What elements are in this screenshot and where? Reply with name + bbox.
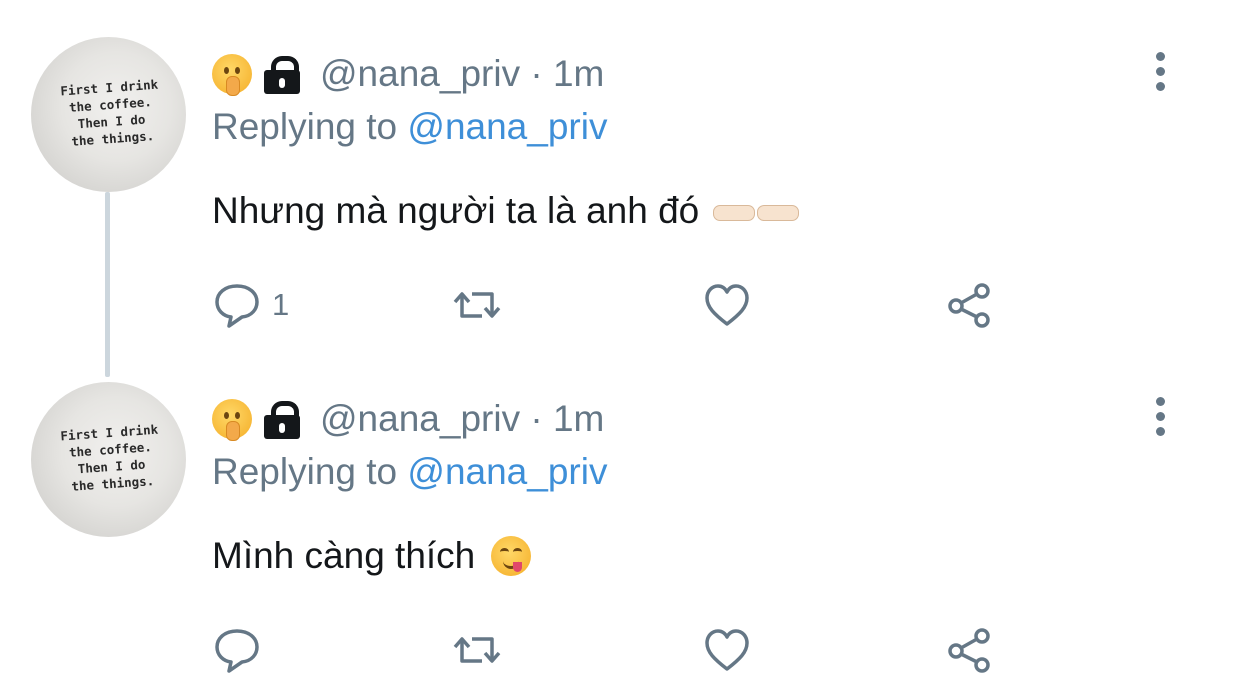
like-button[interactable] xyxy=(702,623,752,677)
reply-button[interactable] xyxy=(212,623,272,677)
reply-count: 1 xyxy=(272,287,290,322)
retweet-button[interactable] xyxy=(452,623,502,677)
tweet-2[interactable]: First I drink the coffee. Then I do the … xyxy=(0,345,1242,692)
avatar-image-text: First I drink the coffee. Then I do the … xyxy=(49,75,173,151)
avatar-image-text: First I drink the coffee. Then I do the … xyxy=(49,420,173,496)
share-icon xyxy=(948,628,990,673)
user-handle[interactable]: @nana_priv xyxy=(320,53,520,94)
more-options-icon[interactable] xyxy=(1148,50,1174,94)
reply-icon xyxy=(215,629,259,673)
retweet-icon xyxy=(453,292,501,318)
tweet-header: @nana_priv · 1m xyxy=(212,52,604,96)
avatar[interactable]: First I drink the coffee. Then I do the … xyxy=(31,37,186,192)
replying-to-mention[interactable]: @nana_priv xyxy=(407,451,607,492)
tweet-1[interactable]: First I drink the coffee. Then I do the … xyxy=(0,0,1242,347)
like-icon xyxy=(705,629,749,671)
retweet-icon xyxy=(453,637,501,663)
shushing-face-emoji xyxy=(212,399,252,441)
lock-icon xyxy=(262,54,302,94)
replying-to-mention[interactable]: @nana_priv xyxy=(407,106,607,147)
replying-to: Replying to @nana_priv xyxy=(212,451,607,493)
time-separator: · xyxy=(530,53,543,94)
avatar[interactable]: First I drink the coffee. Then I do the … xyxy=(31,382,186,537)
tweet-actions xyxy=(212,623,1012,677)
replying-to-label: Replying to xyxy=(212,106,398,147)
shushing-face-emoji xyxy=(212,54,252,96)
more-options-icon[interactable] xyxy=(1148,395,1174,439)
user-handle[interactable]: @nana_priv xyxy=(320,398,520,439)
yum-face-emoji xyxy=(491,536,532,576)
tweet-actions: 1 xyxy=(212,278,1012,332)
timestamp[interactable]: 1m xyxy=(553,398,604,439)
tweet-text-content: Mình càng thích xyxy=(212,535,476,576)
time-separator: · xyxy=(530,398,543,439)
share-icon xyxy=(948,283,990,328)
reply-button[interactable]: 1 xyxy=(212,278,289,332)
timestamp[interactable]: 1m xyxy=(553,53,604,94)
share-button[interactable] xyxy=(944,278,994,332)
like-button[interactable] xyxy=(702,278,752,332)
reply-icon xyxy=(215,284,259,328)
replying-to: Replying to @nana_priv xyxy=(212,106,607,148)
tweet-text-content: Nhưng mà người ta là anh đó xyxy=(212,190,700,231)
retweet-button[interactable] xyxy=(452,278,502,332)
tweet-text: Mình càng thích xyxy=(212,535,532,577)
tweet-text: Nhưng mà người ta là anh đó xyxy=(212,190,800,232)
lock-icon xyxy=(262,399,302,439)
share-button[interactable] xyxy=(944,623,994,677)
handle-and-time[interactable]: @nana_priv · 1m xyxy=(320,53,604,95)
pointing-hands-emoji xyxy=(713,197,800,225)
handle-and-time[interactable]: @nana_priv · 1m xyxy=(320,398,604,440)
replying-to-label: Replying to xyxy=(212,451,398,492)
like-icon xyxy=(705,284,749,326)
tweet-header: @nana_priv · 1m xyxy=(212,397,604,441)
